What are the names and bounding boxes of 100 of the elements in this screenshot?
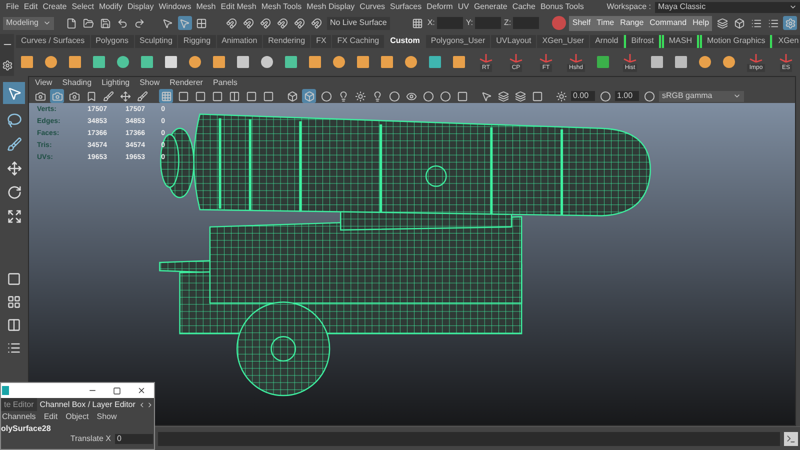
panel-icon[interactable] (732, 16, 746, 30)
gamma-icon[interactable] (598, 89, 612, 103)
coordinate-field[interactable] (475, 17, 502, 29)
film-gate-icon[interactable] (176, 89, 190, 103)
menu-item[interactable]: Display (128, 3, 154, 11)
grid-icon[interactable] (159, 89, 173, 103)
shelf-tool-icon[interactable] (186, 53, 204, 71)
panel-toggle-button[interactable]: Time (594, 19, 618, 27)
shelf-tab[interactable]: MASH (662, 34, 699, 48)
menu-item[interactable]: Edit Mesh (220, 3, 256, 11)
settings-icon[interactable] (0, 58, 14, 72)
shelf-tab[interactable]: Arnold (590, 34, 624, 48)
gate-mask-icon[interactable] (210, 89, 224, 103)
shelf-tool-icon[interactable] (648, 53, 666, 71)
dof-icon[interactable] (455, 89, 469, 103)
channel-box-menu-item[interactable]: Show (96, 413, 117, 421)
select-icon[interactable] (194, 16, 209, 30)
panel-toggle-button[interactable]: Help (690, 19, 712, 27)
mode-dropdown[interactable]: Modeling (3, 16, 54, 30)
menu-item[interactable]: Curves (360, 3, 386, 11)
snap-magnet-icon[interactable] (292, 16, 307, 30)
grid-icon[interactable] (410, 16, 424, 30)
motion-blur-icon[interactable] (421, 89, 435, 103)
snap-magnet-icon[interactable] (242, 16, 256, 30)
shelf-tool-icon[interactable] (90, 53, 108, 71)
menu-item[interactable]: Create (42, 3, 67, 11)
camera-icon[interactable] (50, 89, 64, 103)
snap-magnet-icon[interactable] (224, 16, 239, 30)
shelf-tool-icon[interactable] (720, 53, 738, 71)
shelf-tab[interactable]: XGen (773, 34, 800, 48)
select-tool-icon[interactable] (3, 82, 25, 104)
shelf-tool-icon[interactable] (282, 53, 300, 71)
channel-box-menu-item[interactable]: Channels (2, 413, 36, 421)
shelf-tool-icon[interactable] (672, 53, 690, 71)
channel-box-menu-item[interactable]: Object (66, 413, 89, 421)
shelf-tool-icon[interactable] (402, 53, 420, 71)
panel-toggle-button[interactable]: Range (617, 19, 647, 27)
viewport-menu-item[interactable]: Renderer (170, 79, 203, 87)
shelf-tool-icon[interactable] (66, 53, 84, 71)
maximize-icon[interactable] (113, 386, 121, 394)
close-icon[interactable] (137, 386, 146, 395)
channel-box-menu-item[interactable]: Edit (44, 413, 58, 421)
attribute-field[interactable]: 0 (115, 434, 153, 444)
menu-item[interactable]: Mesh Display (306, 3, 355, 11)
shelf-tab[interactable]: XGen_User (537, 34, 590, 48)
shelf-tab[interactable]: Sculpting (134, 34, 178, 48)
viewport-menu-item[interactable]: Shading (62, 79, 92, 87)
shelf-tool-icon[interactable] (378, 53, 396, 71)
rotate-tool-icon[interactable] (6, 185, 22, 200)
field-chart-icon[interactable] (227, 89, 241, 103)
outliner-icon[interactable] (7, 341, 21, 355)
shelf-tool-icon[interactable] (210, 53, 228, 71)
menu-item[interactable]: UV (458, 3, 469, 11)
color-management-icon[interactable] (642, 89, 656, 103)
workspace-dropdown[interactable]: Maya Classic (655, 2, 800, 12)
resolution-gate-icon[interactable] (193, 89, 207, 103)
save-icon[interactable] (98, 16, 112, 30)
shelf-tool-icon[interactable] (426, 53, 444, 71)
exposure-field[interactable]: 0.00 (571, 91, 595, 101)
menu-item[interactable]: Modify (98, 3, 122, 11)
scale-tool-icon[interactable] (6, 209, 22, 224)
lasso-tool-icon[interactable] (6, 113, 22, 128)
coordinate-field[interactable] (513, 17, 540, 29)
shelf-tab[interactable]: Polygons_User (426, 34, 490, 48)
component-icon[interactable] (530, 89, 544, 103)
panel-icon[interactable] (715, 16, 730, 30)
select-icon[interactable] (178, 16, 192, 30)
shelf-tab[interactable]: Animation (216, 34, 262, 48)
shelf-tool-icon[interactable] (330, 53, 348, 71)
shelf-tab[interactable]: Curves / Surfaces (16, 34, 90, 48)
shelf-tool-icon[interactable] (42, 53, 60, 71)
color-space-dropdown[interactable]: sRGB gamma (659, 90, 744, 102)
menu-item[interactable]: Cache (512, 3, 536, 11)
editor-tab[interactable]: te Editor (1, 398, 37, 411)
shelf-tab[interactable]: Rigging (178, 34, 216, 48)
snap-magnet-icon[interactable] (258, 16, 273, 30)
menu-item[interactable]: Edit (24, 3, 38, 11)
paint-icon[interactable] (101, 89, 115, 103)
shelf-tab[interactable]: Rendering (263, 34, 310, 48)
shelf-tab[interactable]: Polygons (90, 34, 134, 48)
safe-title-icon[interactable] (261, 89, 275, 103)
snap-magnet-icon[interactable] (310, 16, 324, 30)
gamma-field[interactable]: 1.00 (615, 91, 639, 101)
move-tool-icon[interactable] (6, 161, 22, 176)
panel-toggle-button[interactable]: Shelf (569, 19, 594, 27)
panel-toggle-button[interactable]: Command (646, 19, 690, 27)
layout-icon[interactable] (7, 318, 21, 332)
shelf-tool-icon[interactable] (162, 53, 180, 71)
viewport-menu-item[interactable]: Show (140, 79, 160, 87)
exposure-icon[interactable] (554, 89, 568, 103)
pivot-icon[interactable] (118, 89, 132, 103)
settings-icon[interactable] (783, 16, 798, 30)
menu-item[interactable]: Generate (474, 3, 508, 11)
safe-area-icon[interactable] (244, 89, 258, 103)
menu-item[interactable]: Bonus Tools (540, 3, 584, 11)
antialias-icon[interactable] (438, 89, 452, 103)
shelf-tool-icon[interactable] (258, 53, 276, 71)
menu-item[interactable]: Select (72, 3, 94, 11)
open-folder-icon[interactable] (81, 16, 96, 30)
texture-icon[interactable] (319, 89, 333, 103)
